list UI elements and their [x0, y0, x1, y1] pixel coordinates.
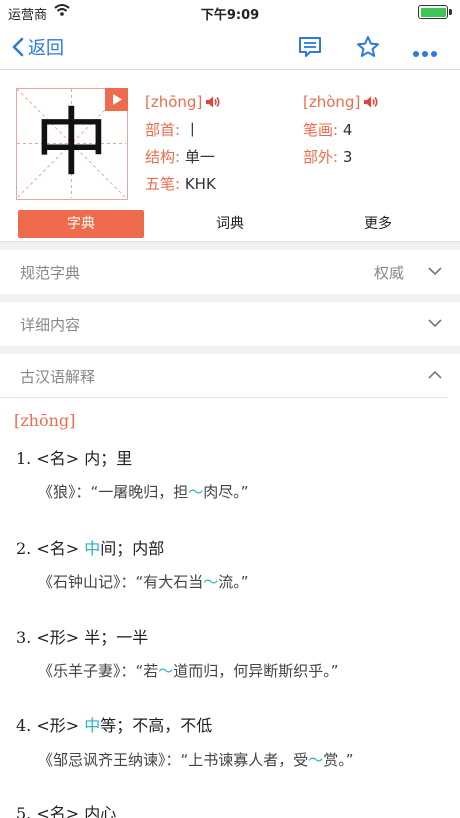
structure-value: 单一	[184, 148, 215, 166]
strokes-label: 笔画:	[303, 121, 339, 139]
character-header: 中 [zhōng] [zhòng] 部首: 丨 笔画: 4 结构: 单一 部外:…	[0, 71, 460, 241]
divider	[0, 241, 460, 250]
character-grid: 中	[16, 88, 128, 200]
tab-more[interactable]: 更多	[315, 210, 441, 238]
speaker-icon	[206, 96, 220, 108]
outer-value: 3	[342, 148, 353, 166]
section-ancient-chinese[interactable]: 古汉语解释	[0, 354, 448, 398]
definition-highlight: 中	[84, 716, 101, 735]
battery-icon	[418, 5, 452, 19]
tab-zidian[interactable]: 字典	[18, 210, 144, 238]
outer-strokes-info: 部外: 3	[303, 146, 352, 167]
definition-number: 5.	[16, 804, 32, 818]
pinyin-text: [zhòng]	[303, 93, 361, 111]
play-stroke-button[interactable]	[105, 88, 128, 111]
section-label: 古汉语解释	[20, 368, 96, 386]
chevron-down-icon	[428, 319, 442, 328]
strokes-info: 笔画: 4	[303, 119, 352, 140]
definition-text: 半；一半	[84, 628, 149, 647]
wubi-value: KHK	[184, 175, 216, 193]
navigation-bar: 返回	[0, 24, 460, 70]
definition-item: 3. <形> 半；一半	[16, 624, 148, 648]
pinyin-zhong4[interactable]: [zhòng]	[303, 93, 379, 111]
section-label: 规范字典	[20, 264, 81, 282]
status-bar: 运营商 下午9:09	[0, 0, 460, 24]
example-sentence: 《石钟山记》：“有大石当～流。”	[38, 571, 249, 592]
structure-info: 结构: 单一	[145, 146, 215, 167]
radical-value: 丨	[184, 121, 200, 139]
strokes-value: 4	[342, 121, 353, 139]
ancient-pinyin: [zhōng]	[14, 411, 76, 430]
section-label: 详细内容	[20, 316, 81, 334]
authority-label: 权威	[373, 264, 404, 282]
definition-item: 2. <名> 中间；内部	[16, 535, 164, 559]
part-of-speech: <形>	[36, 628, 80, 647]
example-highlight: ～	[308, 751, 324, 769]
definition-text: 等；不高，不低	[100, 716, 213, 735]
play-icon	[113, 94, 122, 105]
definition-number: 3.	[16, 628, 32, 647]
example-sentence: 《狼》：“一屠晚归，担～肉尽。”	[38, 481, 249, 502]
definition-number: 1.	[16, 449, 32, 468]
chevron-down-icon	[428, 267, 442, 276]
definition-number: 2.	[16, 539, 32, 558]
divider	[0, 346, 460, 354]
definition-text: 间；内部	[100, 539, 165, 558]
definition-item: 4. <形> 中等；不高，不低	[16, 712, 212, 736]
pinyin-text: [zhōng]	[145, 93, 203, 111]
section-standard-dictionary[interactable]: 规范字典 权威	[0, 250, 460, 294]
example-text: 赏。”	[323, 751, 354, 769]
example-text: 《狼》：“一屠晚归，担	[38, 483, 189, 501]
example-text: 《乐羊子妻》：“若	[38, 662, 159, 680]
example-sentence: 《乐羊子妻》：“若～道而归，何异断斯织乎。”	[38, 660, 339, 681]
definition-item: 5. <名> 内心	[16, 800, 116, 818]
definition-number: 4.	[16, 716, 32, 735]
structure-label: 结构:	[145, 148, 181, 166]
chevron-up-icon	[428, 370, 442, 379]
example-highlight: ～	[158, 662, 174, 680]
example-text: 肉尽。”	[203, 483, 249, 501]
back-button[interactable]: 返回	[12, 34, 64, 60]
definition-text: 内；里	[84, 449, 133, 468]
part-of-speech: <名>	[36, 449, 80, 468]
dictionary-tabs: 字典 词典 更多	[18, 210, 442, 238]
wubi-info: 五笔: KHK	[145, 173, 216, 194]
more-icon[interactable]	[412, 43, 438, 62]
part-of-speech: <名>	[36, 539, 80, 558]
clock: 下午9:09	[200, 8, 260, 23]
part-of-speech: <形>	[36, 716, 80, 735]
star-icon[interactable]	[356, 35, 380, 63]
example-highlight: ～	[203, 573, 219, 591]
part-of-speech: <名>	[36, 804, 80, 818]
example-text: 道而归，何异断斯织乎。”	[173, 662, 339, 680]
comment-icon[interactable]	[298, 35, 322, 63]
back-label: 返回	[28, 38, 64, 59]
radical-info: 部首: 丨	[145, 119, 200, 140]
section-detail[interactable]: 详细内容	[0, 302, 460, 346]
example-text: 《石钟山记》：“有大石当	[38, 573, 204, 591]
pinyin-zhong1[interactable]: [zhōng]	[145, 93, 221, 111]
example-sentence: 《邹忌讽齐王纳谏》：“上书谏寡人者，受～赏。”	[38, 749, 354, 770]
outer-label: 部外:	[303, 148, 339, 166]
chevron-left-icon	[12, 37, 24, 57]
definition-item: 1. <名> 内；里	[16, 445, 132, 469]
speaker-icon	[364, 96, 378, 108]
tab-cidian[interactable]: 词典	[167, 210, 293, 238]
definition-highlight: 中	[84, 539, 101, 558]
example-text: 流。”	[218, 573, 249, 591]
radical-label: 部首:	[145, 121, 181, 139]
definition-text: 内心	[84, 804, 117, 818]
divider	[0, 294, 460, 302]
example-text: 《邹忌讽齐王纳谏》：“上书谏寡人者，受	[38, 751, 309, 769]
example-highlight: ～	[188, 483, 204, 501]
wubi-label: 五笔:	[145, 175, 181, 193]
